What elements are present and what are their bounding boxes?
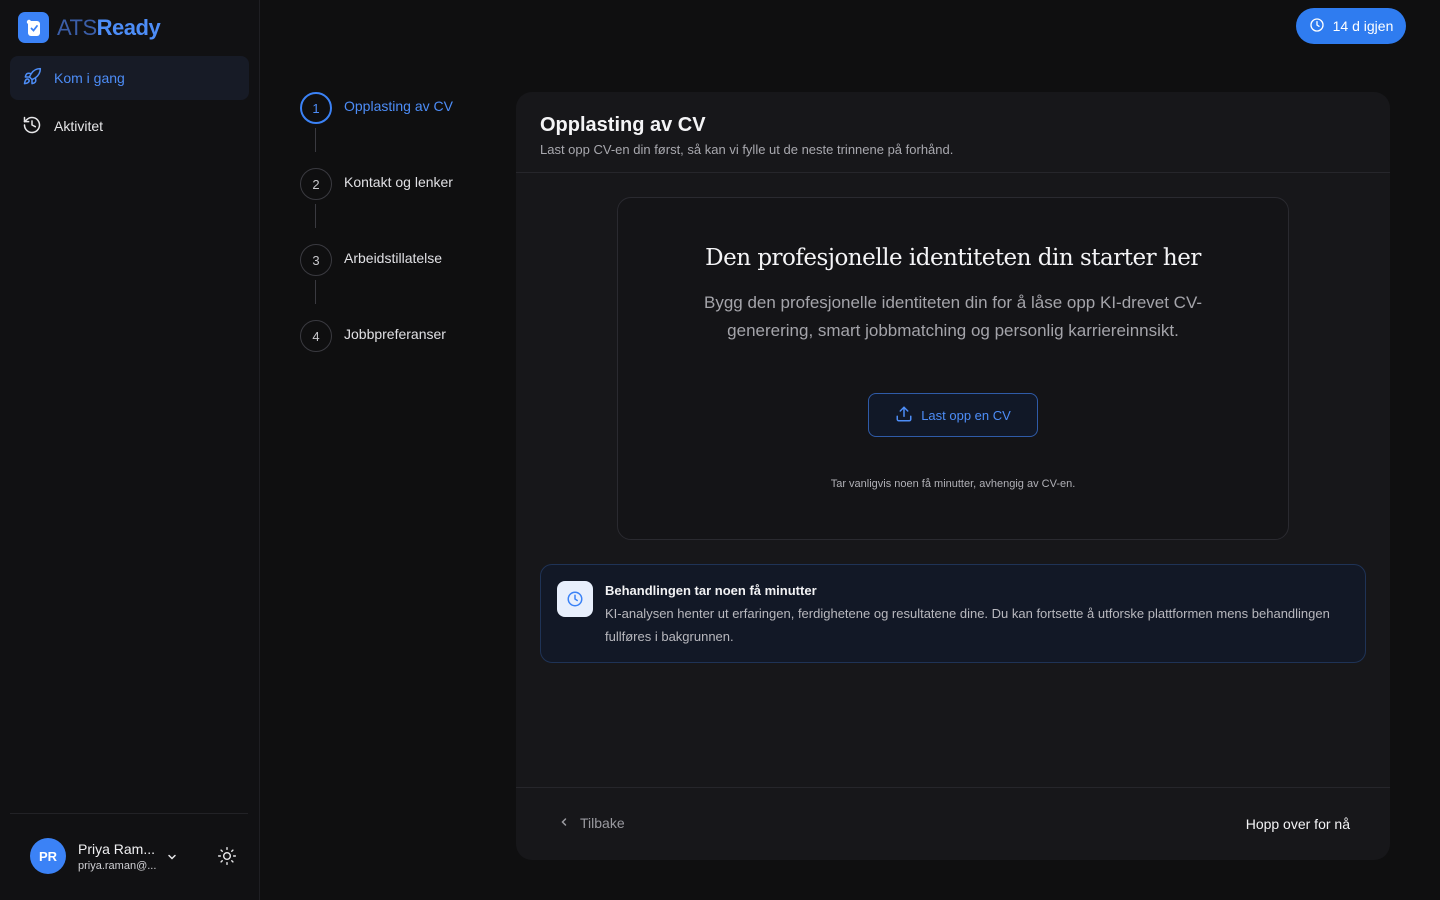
upload-dropzone[interactable]: Den profesjonelle identiteten din starte… [617, 197, 1289, 540]
chevron-down-icon[interactable] [166, 850, 178, 868]
logo-text: ATSReady [57, 14, 161, 41]
step-label: Arbeidstillatelse [344, 250, 443, 266]
rocket-icon [22, 67, 42, 90]
user-email: priya.raman@... [78, 859, 157, 872]
card-footer: Tilbake Hopp over for nå [516, 787, 1390, 860]
logo[interactable]: ATSReady [18, 12, 161, 43]
clock-icon [557, 581, 593, 617]
step-1[interactable]: 1 Opplasting av CV [300, 92, 453, 124]
upload-description: Bygg den profesjonelle identiteten din f… [703, 293, 1203, 340]
back-label: Tilbake [580, 815, 625, 831]
step-number: 2 [300, 168, 332, 200]
step-label: Opplasting av CV [344, 98, 453, 114]
step-label: Kontakt og lenker [344, 174, 453, 190]
upload-cv-button[interactable]: Last opp en CV [868, 393, 1038, 437]
step-2[interactable]: 2 Kontakt og lenker [300, 168, 453, 200]
sidebar-item-kom-i-gang[interactable]: Kom i gang [10, 56, 249, 100]
user-menu[interactable]: PR Priya Ram... priya.raman@... [30, 838, 158, 874]
logo-text-ready: Ready [96, 14, 161, 40]
upload-heading: Den profesjonelle identiteten din starte… [705, 245, 1201, 271]
avatar: PR [30, 838, 66, 874]
upload-note: Tar vanligvis noen få minutter, avhengig… [830, 478, 1076, 490]
sidebar-item-label: Kom i gang [54, 70, 125, 86]
history-icon [22, 115, 42, 138]
sidebar: ATSReady Kom i gang Aktivitet PR Priya R… [0, 0, 260, 900]
logo-icon [18, 12, 49, 43]
onboarding-card: Opplasting av CV Last opp CV-en din førs… [516, 92, 1390, 860]
clock-icon [1309, 17, 1325, 36]
logo-text-ats: ATS [57, 14, 97, 40]
skip-button[interactable]: Hopp over for nå [1246, 816, 1350, 832]
info-title: Behandlingen tar noen få minutter [605, 583, 817, 598]
sidebar-item-label: Aktivitet [54, 118, 104, 134]
step-4[interactable]: 4 Jobbpreferanser [300, 320, 446, 352]
upload-button-label: Last opp en CV [921, 407, 1011, 423]
user-name: Priya Ram... [78, 840, 156, 857]
step-number: 4 [300, 320, 332, 352]
step-number: 1 [300, 92, 332, 124]
step-3[interactable]: 3 Arbeidstillatelse [300, 244, 442, 276]
processing-info: Behandlingen tar noen få minutter KI-ana… [540, 564, 1366, 663]
back-button[interactable]: Tilbake [558, 815, 625, 831]
trial-badge[interactable]: 14 d igjen [1296, 8, 1406, 44]
step-connector [315, 204, 316, 228]
sidebar-item-aktivitet[interactable]: Aktivitet [10, 104, 249, 148]
sun-icon[interactable] [216, 845, 238, 867]
page-subtitle: Last opp CV-en din først, så kan vi fyll… [540, 142, 954, 157]
info-text: KI-analysen henter ut erfaringen, ferdig… [605, 606, 1330, 644]
upload-icon [895, 405, 913, 426]
sidebar-divider [10, 813, 248, 814]
step-connector [315, 280, 316, 304]
step-label: Jobbpreferanser [344, 326, 446, 342]
step-number: 3 [300, 244, 332, 276]
page-title: Opplasting av CV [540, 114, 706, 136]
card-header: Opplasting av CV Last opp CV-en din førs… [516, 92, 1390, 173]
chevron-left-icon [558, 815, 570, 831]
step-connector [315, 128, 316, 152]
trial-label: 14 d igjen [1332, 18, 1394, 34]
